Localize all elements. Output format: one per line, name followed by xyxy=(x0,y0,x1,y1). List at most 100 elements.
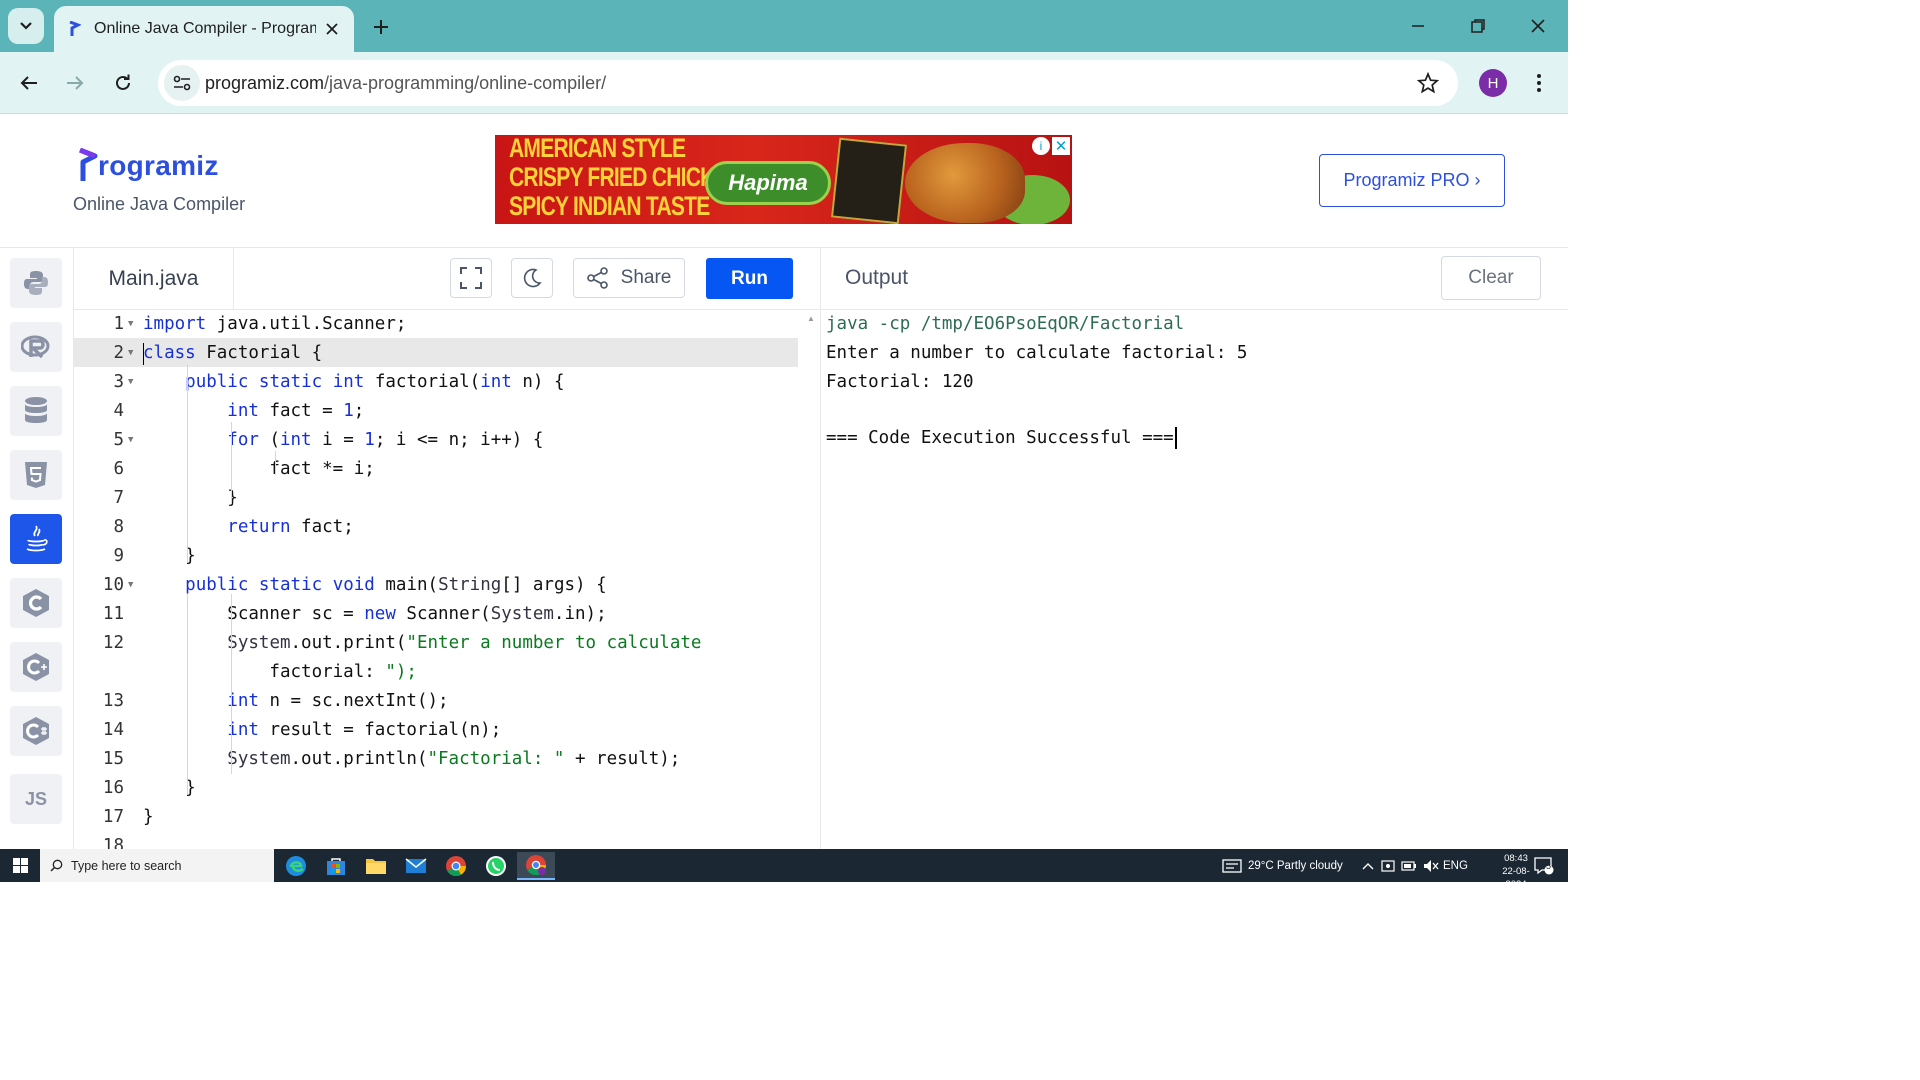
chevron-down-icon xyxy=(20,22,32,30)
code-text: factorial: "); xyxy=(143,661,417,682)
lang-r[interactable] xyxy=(10,322,62,372)
back-button[interactable] xyxy=(11,65,47,101)
html5-icon xyxy=(25,462,47,488)
fold-gutter[interactable]: ▼ xyxy=(124,319,143,329)
input-language[interactable]: ENG xyxy=(1443,849,1468,882)
code-line[interactable]: 5 ▼ for (int i = 1; i <= n; i++) { xyxy=(74,425,798,454)
show-hidden-icons[interactable] xyxy=(1362,849,1374,882)
notification-center[interactable]: 5 xyxy=(1534,849,1554,882)
code-editor[interactable]: 1 ▼ import java.util.Scanner; 2 ▼ class Facto… xyxy=(74,311,820,849)
adchoices-icon[interactable]: i xyxy=(1032,137,1050,155)
code-line[interactable]: 18 xyxy=(74,831,798,850)
indent-guide xyxy=(187,594,188,794)
lang-java[interactable] xyxy=(10,514,62,564)
run-button[interactable]: Run xyxy=(706,258,793,299)
code-line[interactable]: 14 int result = factorial(n); xyxy=(74,715,798,744)
code-line[interactable]: 9 } xyxy=(74,541,798,570)
page-header: rogramiz Online Java Compiler AMERICAN S… xyxy=(0,114,1568,248)
code-line[interactable]: 6 fact *= i; xyxy=(74,454,798,483)
address-bar[interactable]: programiz.com/java-programming/online-co… xyxy=(158,60,1458,106)
tab-close-icon[interactable] xyxy=(322,19,342,39)
logo-text: rogramiz xyxy=(98,150,219,181)
code-line[interactable]: 12 System.out.print("Enter a number to c… xyxy=(74,628,798,657)
browser-tabstrip: Online Java Compiler - Programiz xyxy=(0,0,1568,52)
lang-js[interactable]: JS xyxy=(10,774,62,824)
lang-c[interactable] xyxy=(10,578,62,628)
browser-menu-button[interactable] xyxy=(1524,65,1554,101)
code-line[interactable]: 16 } xyxy=(74,773,798,802)
clear-button[interactable]: Clear xyxy=(1441,256,1541,300)
minimize-icon xyxy=(1412,25,1424,27)
line-number: 16 xyxy=(102,777,124,798)
tray-icons[interactable] xyxy=(1381,849,1439,882)
minimize-button[interactable] xyxy=(1395,8,1441,44)
profile-avatar[interactable]: H xyxy=(1479,69,1507,97)
lang-csharp[interactable] xyxy=(10,706,62,756)
fold-arrow-icon[interactable]: ▼ xyxy=(124,435,143,445)
taskbar-store[interactable] xyxy=(317,852,355,880)
taskbar-mail[interactable] xyxy=(397,852,435,880)
ad-close-icon[interactable]: ✕ xyxy=(1052,137,1070,155)
output-console[interactable]: java -cp /tmp/EO6PsoEqOR/Factorial Enter… xyxy=(820,311,1568,849)
code-line[interactable]: 1 ▼ import java.util.Scanner; xyxy=(74,311,798,338)
programiz-pro-button[interactable]: Programiz PRO › xyxy=(1319,154,1505,207)
csharp-icon xyxy=(23,717,49,745)
taskbar-file-explorer[interactable] xyxy=(357,852,395,880)
advertisement-banner[interactable]: AMERICAN STYLE CRISPY FRIED CHICKEN SPIC… xyxy=(495,135,1072,224)
ad-text-line3: SPICY INDIAN TASTE xyxy=(509,191,710,221)
lang-cpp[interactable] xyxy=(10,642,62,692)
taskbar-whatsapp[interactable] xyxy=(477,852,515,880)
ad-product-pack-image xyxy=(831,137,907,224)
lang-python[interactable] xyxy=(10,258,62,308)
code-line[interactable]: 17} xyxy=(74,802,798,831)
code-line[interactable]: 13 int n = sc.nextInt(); xyxy=(74,686,798,715)
more-vertical-icon xyxy=(1537,74,1541,92)
programiz-logo[interactable]: rogramiz xyxy=(76,148,219,182)
restore-button[interactable] xyxy=(1455,8,1501,44)
fold-arrow-icon[interactable]: ▼ xyxy=(124,377,143,387)
scroll-up-arrow-icon[interactable]: ▲ xyxy=(807,314,815,323)
forward-button[interactable] xyxy=(57,65,93,101)
taskbar-chrome-profile[interactable] xyxy=(517,852,555,880)
tab-title: Online Java Compiler - Programiz xyxy=(94,20,316,37)
code-line[interactable]: 8 return fact; xyxy=(74,512,798,541)
code-line[interactable]: 10 ▼ public static void main(String[] arg… xyxy=(74,570,798,599)
line-number: 9 xyxy=(113,545,124,566)
taskbar-clock[interactable]: 08:43 22-08-2024 xyxy=(1494,852,1538,891)
dark-mode-button[interactable] xyxy=(511,258,553,298)
new-tab-button[interactable] xyxy=(366,12,396,42)
weather-widget[interactable]: 29°C Partly cloudy xyxy=(1222,849,1343,882)
plus-icon xyxy=(374,20,388,34)
close-window-button[interactable] xyxy=(1515,8,1561,44)
share-button[interactable]: Share xyxy=(573,258,685,298)
taskbar-edge[interactable] xyxy=(277,852,315,880)
code-line[interactable]: 3 ▼ public static int factorial(int n) { xyxy=(74,367,798,396)
line-number: 8 xyxy=(113,516,124,537)
fullscreen-button[interactable] xyxy=(450,258,492,298)
search-placeholder: Type here to search xyxy=(71,858,182,873)
windows-logo-icon xyxy=(12,858,28,873)
line-number: 6 xyxy=(113,458,124,479)
code-line[interactable]: 15 System.out.println("Factorial: " + re… xyxy=(74,744,798,773)
lang-sql[interactable] xyxy=(10,386,62,436)
taskbar-search-box[interactable]: Type here to search xyxy=(40,849,274,882)
taskbar-chrome[interactable] xyxy=(437,852,475,880)
file-tab-main-java[interactable]: Main.java xyxy=(74,248,234,310)
code-line[interactable]: factorial: "); xyxy=(74,657,798,686)
code-line[interactable]: 11 Scanner sc = new Scanner(System.in); xyxy=(74,599,798,628)
start-button[interactable] xyxy=(0,849,40,882)
fold-arrow-icon[interactable]: ▼ xyxy=(124,348,143,358)
lang-html[interactable] xyxy=(10,450,62,500)
bookmark-star-icon[interactable] xyxy=(1416,71,1440,95)
code-line[interactable]: 2 ▼ class Factorial { xyxy=(74,338,798,367)
reload-button[interactable] xyxy=(105,65,141,101)
output-success-text: === Code Execution Successful === xyxy=(826,428,1174,448)
speaker-muted-icon xyxy=(1424,859,1439,872)
site-info-icon[interactable] xyxy=(164,65,200,101)
code-line[interactable]: 7 } xyxy=(74,483,798,512)
url-text: programiz.com/java-programming/online-co… xyxy=(205,73,606,94)
code-line[interactable]: 4 int fact = 1; xyxy=(74,396,798,425)
browser-tab[interactable]: Online Java Compiler - Programiz xyxy=(54,6,354,52)
fold-arrow-icon[interactable]: ▼ xyxy=(124,580,143,590)
tab-search-button[interactable] xyxy=(8,8,44,44)
